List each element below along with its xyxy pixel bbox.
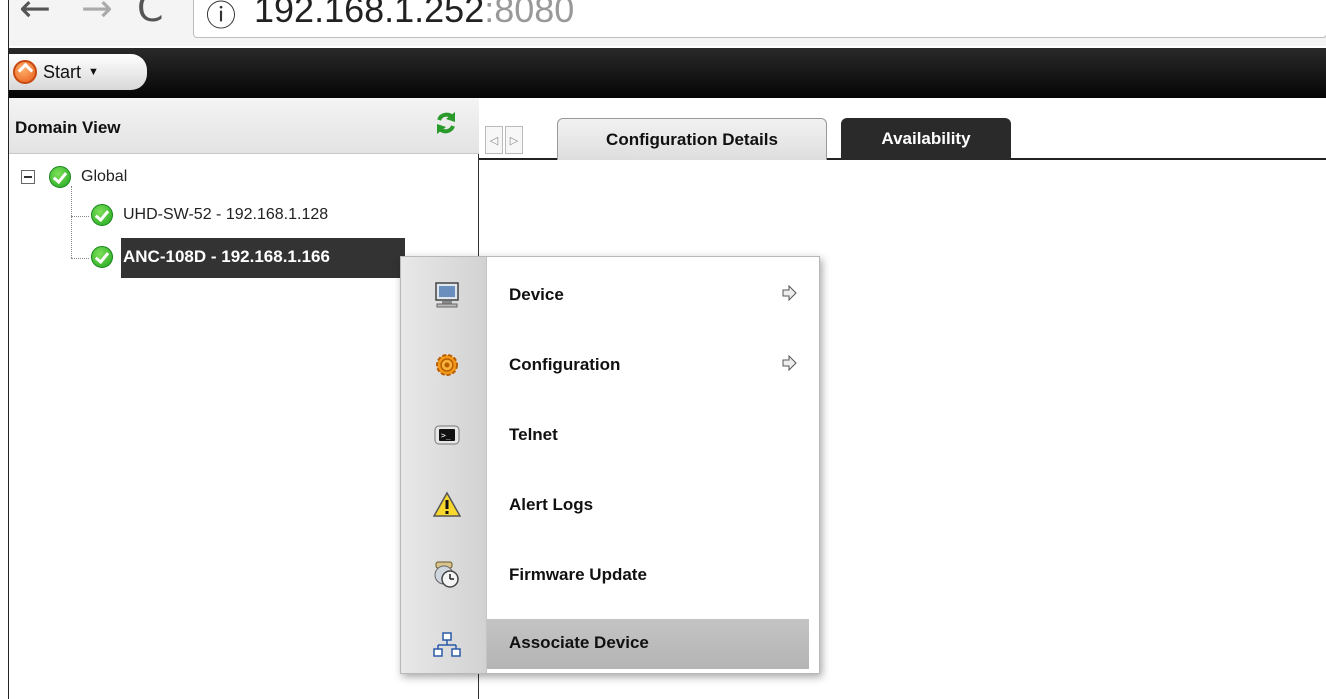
status-ok-icon [91,246,113,268]
menu-item-label: Device [509,285,564,304]
monitor-icon [435,282,459,308]
menu-item-telnet[interactable]: >_ Telnet [401,411,819,461]
collapse-icon[interactable] [21,170,35,184]
tab-strip: ◁ ▷ Configuration Details Availability [479,98,1326,160]
menu-item-label: Telnet [509,425,558,444]
tree-node-anc-108d[interactable]: ANC-108D - 192.168.1.166 [91,246,330,268]
address-port: :8080 [484,0,575,30]
status-ok-icon [49,166,71,188]
tab-configuration-details[interactable]: Configuration Details [557,118,827,160]
tree-line [71,216,89,217]
tree-line [71,186,72,258]
forward-button[interactable]: → [81,0,113,30]
clock-update-icon [434,561,459,588]
browser-bar: ← → C ⓘ 192.168.1.252:8080 [9,0,1326,46]
info-icon[interactable]: ⓘ [206,0,236,35]
start-label: Start [43,61,82,82]
tree-node-uhd-sw-52[interactable]: UHD-SW-52 - 192.168.1.128 [91,204,328,226]
tab-prev-arrow[interactable]: ◁ [485,126,503,154]
context-menu: Device Configuration >_ Telnet Alert Log… [400,256,820,674]
app-frame: ← → C ⓘ 192.168.1.252:8080 Start ▼ Domai… [8,0,1326,699]
back-button[interactable]: ← [19,0,51,30]
svg-text:>_: >_ [441,431,451,440]
network-icon [433,632,461,657]
submenu-arrow-icon [782,285,797,301]
menu-item-associate-device[interactable]: Associate Device [487,619,809,669]
tree-node-label: UHD-SW-52 - 192.168.1.128 [123,206,329,223]
tree-node-label: Global [81,168,128,185]
refresh-icon[interactable] [433,110,459,136]
chevron-down-icon: ▼ [88,66,99,78]
domain-view-header: Domain View [9,98,479,154]
reload-button[interactable]: C [137,0,164,30]
menu-item-label: Configuration [509,355,621,374]
status-ok-icon [91,204,113,226]
panel-title: Domain View [15,118,121,137]
address-bar[interactable]: ⓘ 192.168.1.252:8080 [193,0,1326,38]
tree-line [71,258,89,259]
menu-item-label: Associate Device [509,633,649,652]
start-button[interactable]: Start ▼ [9,54,147,90]
start-logo-icon [13,60,37,84]
tab-next-arrow[interactable]: ▷ [505,126,523,154]
menu-item-device[interactable]: Device [401,271,819,321]
address-text: 192.168.1.252:8080 [254,0,574,31]
menu-item-configuration[interactable]: Configuration [401,341,819,391]
menu-item-alert-logs[interactable]: Alert Logs [401,481,819,531]
tab-availability[interactable]: Availability [841,118,1011,160]
tree-node-label: ANC-108D - 192.168.1.166 [123,247,330,266]
terminal-icon: >_ [434,425,460,445]
app-toolbar: Start ▼ [9,48,1326,98]
submenu-arrow-icon [782,355,797,371]
menu-item-label: Firmware Update [509,565,647,584]
menu-item-firmware-update[interactable]: Firmware Update [401,551,819,601]
address-host: 192.168.1.252 [254,0,485,30]
warning-icon [433,491,461,517]
gear-icon [436,354,458,376]
menu-item-label: Alert Logs [509,495,594,514]
tree-node-global[interactable]: Global [21,166,127,188]
